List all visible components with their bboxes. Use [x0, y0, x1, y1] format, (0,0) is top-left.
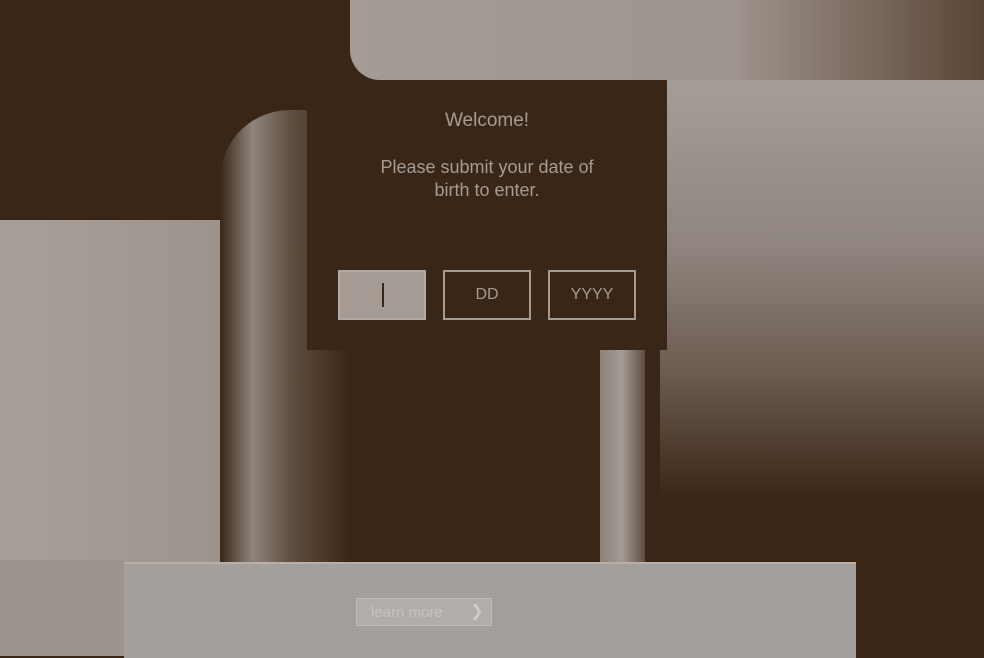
- background-table: [0, 560, 124, 656]
- background-glass-stem: [600, 340, 645, 570]
- month-input[interactable]: [338, 270, 426, 320]
- year-input[interactable]: [548, 270, 636, 320]
- day-input[interactable]: [443, 270, 531, 320]
- learn-more-button[interactable]: learn more ❯: [356, 598, 492, 626]
- background-highlight: [350, 0, 984, 80]
- learn-more-label: learn more: [371, 604, 443, 621]
- welcome-heading: Welcome!: [444, 110, 530, 131]
- chevron-right-icon: ❯: [470, 603, 484, 620]
- age-gate-dialog: Welcome! Please submit your date of birt…: [307, 80, 667, 350]
- background-hand: [660, 80, 984, 500]
- dob-inputs: [338, 270, 638, 322]
- dob-instructions: Please submit your date of birth to ente…: [380, 157, 594, 200]
- promo-banner: learn more ❯: [124, 562, 856, 658]
- background-drink: [380, 340, 600, 570]
